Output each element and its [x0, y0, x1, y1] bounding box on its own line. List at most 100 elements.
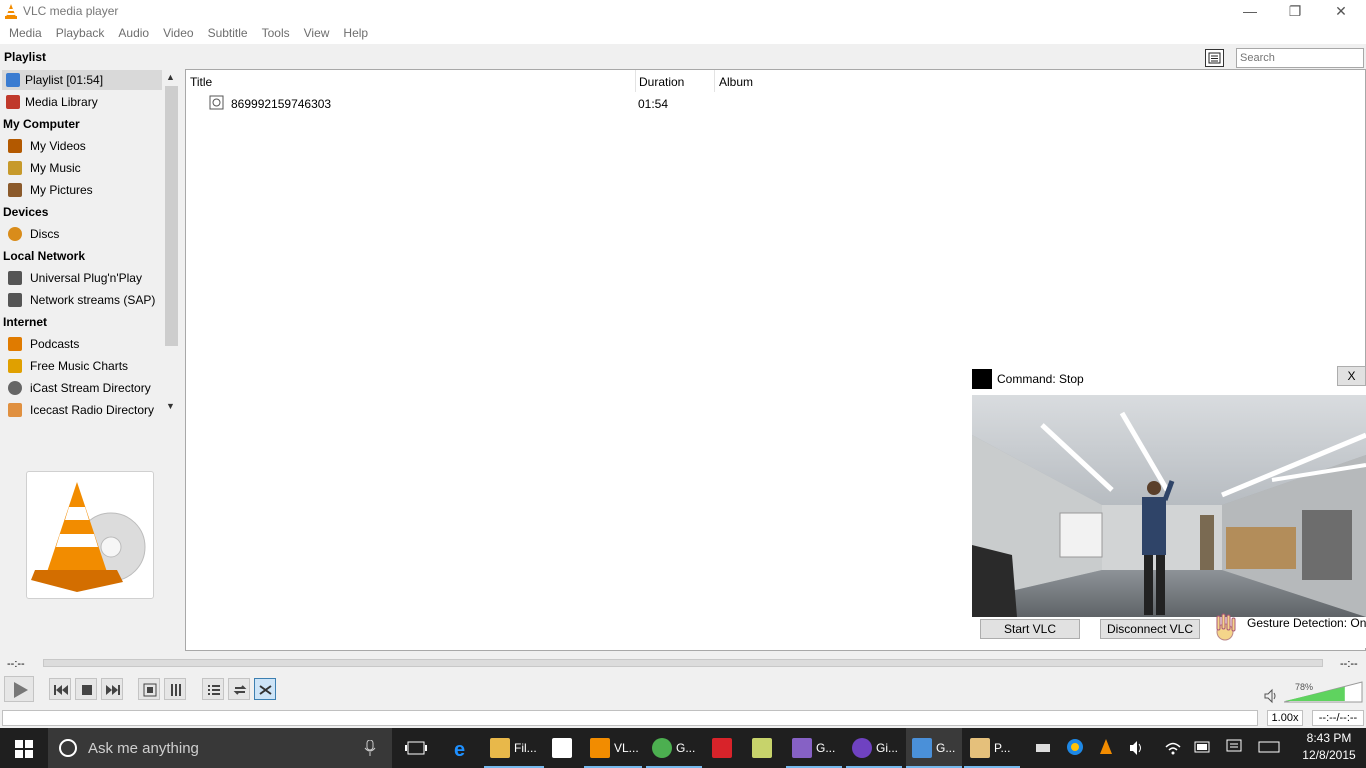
time-display[interactable]: --:--/--:--: [1312, 710, 1364, 726]
microphone-icon[interactable]: [364, 740, 376, 756]
loop-button[interactable]: [228, 678, 250, 700]
music-chart-icon: [8, 359, 22, 373]
vlc-tray-icon[interactable]: [1098, 738, 1114, 756]
taskbar-app-notes[interactable]: [746, 728, 780, 768]
minimize-button[interactable]: —: [1227, 0, 1273, 22]
gesture-close-button[interactable]: X: [1337, 366, 1366, 386]
sidebar-item-podcasts[interactable]: Podcasts: [2, 334, 162, 354]
stop-button[interactable]: [75, 678, 97, 700]
sidebar-item-my-videos[interactable]: My Videos: [2, 136, 162, 156]
sidebar-item-universal-plug-n-play[interactable]: Universal Plug'n'Play: [2, 268, 162, 288]
globe-icon: [8, 381, 22, 395]
taskbar-app-paint[interactable]: P...: [964, 728, 1020, 768]
sidebar-item-my-pictures[interactable]: My Pictures: [2, 180, 162, 200]
restore-button[interactable]: ❐: [1272, 0, 1318, 22]
disconnect-vlc-button[interactable]: Disconnect VLC: [1100, 619, 1200, 639]
vlc-cone-icon: [590, 738, 610, 758]
taskbar-app-app-window[interactable]: G...: [906, 728, 962, 768]
file-explorer-icon: [490, 738, 510, 758]
battery-icon[interactable]: [1194, 741, 1212, 753]
sidebar-item-discs[interactable]: Discs: [2, 224, 162, 244]
sidebar-item-playlist-01-54[interactable]: Playlist [01:54]: [2, 70, 162, 90]
playlist-search-input[interactable]: [1236, 48, 1364, 68]
task-view-icon[interactable]: [405, 740, 427, 756]
sidebar-item-label: Podcasts: [30, 337, 80, 351]
remaining-time: --:--: [1340, 658, 1358, 670]
sidebar-item-icast-stream-directory[interactable]: iCast Stream Directory: [2, 378, 162, 398]
menu-audio[interactable]: Audio: [111, 22, 156, 44]
keyboard-icon[interactable]: [1258, 741, 1280, 753]
wifi-icon[interactable]: [1164, 739, 1182, 757]
taskbar-edge[interactable]: e: [446, 728, 478, 768]
menu-help[interactable]: Help: [336, 22, 375, 44]
music-note-icon: [8, 161, 22, 175]
windows-start-icon[interactable]: [15, 740, 33, 758]
tray-app-icon[interactable]: [1066, 738, 1084, 756]
sidebar-item-free-music-charts[interactable]: Free Music Charts: [2, 356, 162, 376]
taskbar-app-visual-studio[interactable]: G...: [786, 728, 842, 768]
previous-button[interactable]: [49, 678, 71, 700]
menu-media[interactable]: Media: [2, 22, 49, 44]
taskbar-app-pdf[interactable]: [706, 728, 740, 768]
table-row[interactable]: 869992159746303 01:54: [186, 70, 1365, 114]
action-center-icon[interactable]: [1226, 739, 1242, 755]
menu-subtitle[interactable]: Subtitle: [201, 22, 255, 44]
playlist-toggle-button[interactable]: [202, 678, 224, 700]
taskbar-app-file-explorer[interactable]: Fil...: [484, 728, 544, 768]
cortana-search[interactable]: Ask me anything: [48, 728, 392, 768]
seek-slider[interactable]: [43, 659, 1323, 667]
taskbar-app-chrome[interactable]: G...: [646, 728, 702, 768]
start-vlc-button[interactable]: Start VLC: [980, 619, 1080, 639]
sidebar-item-label: Discs: [30, 227, 60, 241]
vlc-cone-icon: [5, 4, 17, 19]
camera-feed: [972, 395, 1366, 617]
close-window-button[interactable]: ✕: [1318, 0, 1364, 22]
sidebar-item-label: My Pictures: [30, 183, 93, 197]
menu-playback[interactable]: Playback: [49, 22, 112, 44]
sidebar-item-icecast-radio-directory[interactable]: Icecast Radio Directory: [2, 400, 162, 420]
film-icon: [8, 139, 22, 153]
menu-video[interactable]: Video: [156, 22, 200, 44]
command-indicator: [972, 369, 992, 389]
taskbar-app-label: Fil...: [514, 741, 537, 755]
next-button[interactable]: [101, 678, 123, 700]
sidebar-item-network-streams-sap[interactable]: Network streams (SAP): [2, 290, 162, 310]
sidebar-item-my-music[interactable]: My Music: [2, 158, 162, 178]
podcast-icon: [8, 337, 22, 351]
cortana-icon: [59, 739, 77, 757]
menu-view[interactable]: View: [297, 22, 337, 44]
volume-slider[interactable]: [1284, 680, 1364, 704]
sidebar-scroll-thumb[interactable]: [165, 86, 178, 346]
speaker-icon[interactable]: [1263, 688, 1279, 704]
gesture-detection-status: Gesture Detection: On: [1247, 616, 1366, 630]
pdf-icon: [712, 738, 732, 758]
vlc-logo-icon: [31, 482, 146, 592]
next-icon: [106, 685, 120, 695]
menu-tools[interactable]: Tools: [255, 22, 297, 44]
sidebar-item-media-library[interactable]: Media Library: [2, 92, 162, 112]
volume-tray-icon[interactable]: [1128, 740, 1146, 756]
play-button[interactable]: [4, 676, 34, 702]
notes-icon: [752, 738, 772, 758]
shuffle-button[interactable]: [254, 678, 276, 700]
visual-studio-icon: [792, 738, 812, 758]
scroll-up-icon[interactable]: ▲: [166, 72, 175, 82]
clock-time[interactable]: 8:43 PM: [1296, 731, 1362, 745]
taskbar-app-store[interactable]: [546, 728, 578, 768]
network-tray-icon[interactable]: [1034, 740, 1052, 756]
taskbar-app-vlc-cone[interactable]: VL...: [584, 728, 642, 768]
previous-icon: [54, 685, 68, 695]
taskbar-app-github[interactable]: Gi...: [846, 728, 902, 768]
sidebar-item-label: My Music: [30, 161, 81, 175]
command-status: Command: Stop: [997, 372, 1084, 386]
clock-date[interactable]: 12/8/2015: [1296, 748, 1362, 762]
scroll-down-icon[interactable]: ▼: [166, 401, 175, 411]
status-bar: [2, 710, 1258, 726]
playlist-view-icon[interactable]: [1205, 49, 1224, 67]
extended-settings-button[interactable]: [164, 678, 186, 700]
fullscreen-button[interactable]: [138, 678, 160, 700]
sidebar-section-header: Internet: [3, 315, 48, 329]
row-title: 869992159746303: [231, 97, 332, 111]
playback-rate[interactable]: 1.00x: [1267, 710, 1303, 726]
network-icon: [8, 271, 22, 285]
